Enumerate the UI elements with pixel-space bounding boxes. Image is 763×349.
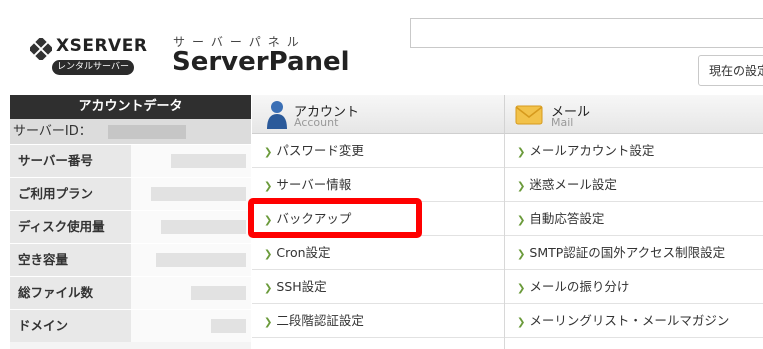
mail-envelope-icon <box>515 105 543 125</box>
arrow-icon: ❯ <box>517 147 526 158</box>
account-data-sidebar: アカウントデータ サーバーID： サーバー番号 ご利用プラン ディスク使用量 空… <box>10 95 251 349</box>
xserver-diamond-icon <box>30 38 52 60</box>
sidebar-row: 空き容量 <box>10 243 251 276</box>
server-info-link[interactable]: ❯ サーバー情報 <box>252 168 504 202</box>
server-id-value-blurred <box>108 125 186 139</box>
mail-filter-link[interactable]: ❯ メールの振り分け <box>505 270 763 304</box>
account-menu-list: ❯ パスワード変更 ❯ サーバー情報 ❯ バックアップ ❯ Cron設定 ❯ SSH設定 … <box>252 134 505 349</box>
mail-subtitle: Mail <box>551 116 574 129</box>
domain-label: ドメイン <box>10 310 131 342</box>
account-subtitle: Account <box>294 116 339 129</box>
auto-reply-settings-link[interactable]: ❯ 自動応答設定 <box>505 202 763 236</box>
current-settings-button[interactable]: 現在の設定 <box>698 55 763 86</box>
cron-settings-link[interactable]: ❯ Cron設定 <box>252 236 504 270</box>
arrow-icon: ❯ <box>517 215 526 226</box>
menu-grid: アカウント Account メール Mail ❯ パスワード変更 ❯ サーバー情報 … <box>252 95 763 349</box>
sidebar-title: アカウントデータ <box>10 95 251 119</box>
total-files-label: 総ファイル数 <box>10 277 131 309</box>
mail-account-settings-link[interactable]: ❯ メールアカウント設定 <box>505 134 763 168</box>
server-id-row: サーバーID： <box>10 119 251 144</box>
arrow-icon: ❯ <box>264 147 273 158</box>
plan-label: ご利用プラン <box>10 178 131 210</box>
server-number-value-blurred <box>131 145 251 177</box>
arrow-icon: ❯ <box>517 181 526 192</box>
logo-text: XSERVER <box>56 36 148 56</box>
free-space-value-blurred <box>131 244 251 276</box>
panel-title: ServerPanel <box>172 47 350 77</box>
account-column-header: アカウント Account <box>252 95 505 134</box>
arrow-icon: ❯ <box>264 317 273 328</box>
header-panel <box>410 18 763 48</box>
arrow-icon: ❯ <box>517 317 526 328</box>
ssh-settings-link[interactable]: ❯ SSH設定 <box>252 270 504 304</box>
disk-usage-label: ディスク使用量 <box>10 211 131 243</box>
password-change-link[interactable]: ❯ パスワード変更 <box>252 134 504 168</box>
arrow-icon: ❯ <box>517 283 526 294</box>
logo-badge: レンタルサーバー <box>52 60 134 75</box>
two-factor-settings-link[interactable]: ❯ 二段階認証設定 <box>252 304 504 338</box>
domain-value-blurred <box>131 310 251 342</box>
server-number-label: サーバー番号 <box>10 145 131 177</box>
sidebar-row: ご利用プラン <box>10 177 251 210</box>
arrow-icon: ❯ <box>264 215 273 226</box>
mail-menu-list: ❯ メールアカウント設定 ❯ 迷惑メール設定 ❯ 自動応答設定 ❯ SMTP認証の国外ア… <box>505 134 763 349</box>
sidebar-row: ディスク使用量 <box>10 210 251 243</box>
total-files-value-blurred <box>131 277 251 309</box>
backup-link[interactable]: ❯ バックアップ <box>252 202 504 236</box>
server-id-label: サーバーID： <box>13 124 92 139</box>
arrow-icon: ❯ <box>264 283 273 294</box>
spam-mail-settings-link[interactable]: ❯ 迷惑メール設定 <box>505 168 763 202</box>
xserver-logo[interactable]: XSERVER レンタルサーバー <box>30 36 155 78</box>
plan-value-blurred <box>131 178 251 210</box>
sidebar-row: ドメイン <box>10 309 251 342</box>
sidebar-row: 総ファイル数 <box>10 276 251 309</box>
arrow-icon: ❯ <box>264 181 273 192</box>
mailing-list-link[interactable]: ❯ メーリングリスト・メールマガジン <box>505 304 763 338</box>
free-space-label: 空き容量 <box>10 244 131 276</box>
smtp-foreign-access-link[interactable]: ❯ SMTP認証の国外アクセス制限設定 <box>505 236 763 270</box>
arrow-icon: ❯ <box>264 249 273 260</box>
account-person-icon <box>267 101 287 129</box>
mail-column-header: メール Mail <box>505 95 763 134</box>
sidebar-row: サーバー番号 <box>10 144 251 177</box>
arrow-icon: ❯ <box>517 249 526 260</box>
disk-usage-value-blurred <box>131 211 251 243</box>
